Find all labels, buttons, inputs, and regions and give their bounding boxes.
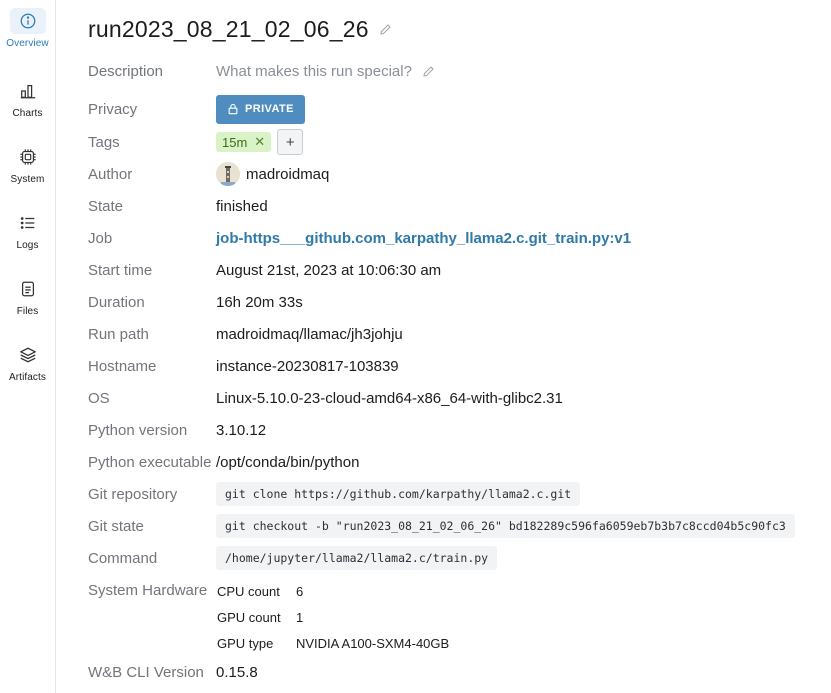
wandb-cli-label: W&B CLI Version bbox=[88, 663, 204, 681]
python-executable-label: Python executable bbox=[88, 453, 212, 471]
remove-tag-close-icon[interactable]: ✕ bbox=[254, 134, 265, 150]
author-row: Author madroidmaq bbox=[88, 162, 329, 186]
git-repository-code[interactable]: git clone https://github.com/karpathy/ll… bbox=[216, 482, 581, 506]
cpu-icon bbox=[17, 146, 39, 168]
description-row: Description What makes this run special? bbox=[88, 59, 435, 83]
hardware-value: 6 bbox=[296, 583, 304, 599]
hardware-key: GPU type bbox=[217, 635, 274, 651]
job-label: Job bbox=[88, 229, 113, 247]
lock-icon bbox=[228, 103, 238, 115]
description-label: Description bbox=[88, 62, 164, 80]
state-value: finished bbox=[216, 197, 268, 215]
sidebar-item-files[interactable]: Files bbox=[0, 276, 55, 336]
sidebar-item-label: Overview bbox=[6, 38, 49, 49]
privacy-row: Privacy PRIVATE bbox=[88, 94, 305, 124]
job-row: Job job-https___github.com_karpathy_llam… bbox=[88, 226, 631, 250]
start-time-row: Start time August 21st, 2023 at 10:06:30… bbox=[88, 258, 441, 282]
start-time-label: Start time bbox=[88, 261, 153, 279]
tag-chip[interactable]: 15m ✕ bbox=[216, 132, 272, 152]
python-version-row: Python version 3.10.12 bbox=[88, 418, 266, 442]
hardware-key: CPU count bbox=[217, 583, 280, 599]
wandb-cli-value: 0.15.8 bbox=[216, 663, 258, 681]
sidebar-item-artifacts[interactable]: Artifacts bbox=[0, 342, 55, 402]
description-field[interactable]: What makes this run special? bbox=[216, 63, 435, 80]
python-executable-row: Python executable /opt/conda/bin/python bbox=[88, 450, 359, 474]
hostname-value: instance-20230817-103839 bbox=[216, 357, 399, 375]
sidebar-item-label: Artifacts bbox=[8, 372, 47, 383]
command-code[interactable]: /home/jupyter/llama2/llama2.c/train.py bbox=[216, 546, 498, 570]
python-version-value: 3.10.12 bbox=[216, 421, 267, 439]
avatar-image bbox=[216, 162, 240, 186]
duration-row: Duration 16h 20m 33s bbox=[88, 290, 303, 314]
tags-label: Tags bbox=[88, 133, 120, 151]
sidebar-item-overview[interactable]: Overview bbox=[0, 8, 55, 68]
git-repository-row: Git repository git clone https://github.… bbox=[88, 482, 581, 506]
privacy-button-label: PRIVATE bbox=[245, 103, 294, 115]
python-version-label: Python version bbox=[88, 421, 188, 439]
hostname-label: Hostname bbox=[88, 357, 157, 375]
layers-icon bbox=[17, 344, 39, 366]
bar-chart-icon bbox=[17, 80, 39, 102]
edit-title-pencil-icon[interactable] bbox=[379, 23, 392, 36]
file-icon bbox=[17, 278, 39, 300]
os-value: Linux-5.10.0-23-cloud-amd64-x86_64-with-… bbox=[216, 389, 563, 407]
sidebar-item-label: Charts bbox=[12, 108, 43, 119]
add-tag-button[interactable]: + bbox=[277, 129, 304, 155]
job-link[interactable]: job-https___github.com_karpathy_llama2.c… bbox=[216, 230, 631, 247]
sidebar-item-label: System bbox=[10, 174, 45, 185]
command-label: Command bbox=[88, 549, 158, 567]
duration-value: 16h 20m 33s bbox=[216, 293, 303, 311]
git-repository-label: Git repository bbox=[88, 485, 178, 503]
run-path-row: Run path madroidmaq/llamac/jh3johju bbox=[88, 322, 403, 346]
system-hardware-row: System Hardware bbox=[88, 578, 216, 602]
state-label: State bbox=[88, 197, 124, 215]
hardware-value: NVIDIA A100-SXM4-40GB bbox=[296, 635, 450, 651]
system-hardware-table: CPU count 6 GPU count 1 GPU type NVIDIA … bbox=[217, 578, 449, 656]
command-row: Command /home/jupyter/llama2/llama2.c/tr… bbox=[88, 546, 498, 570]
sidebar-item-charts[interactable]: Charts bbox=[0, 78, 55, 138]
python-executable-value: /opt/conda/bin/python bbox=[216, 453, 360, 471]
os-row: OS Linux-5.10.0-23-cloud-amd64-x86_64-wi… bbox=[88, 386, 563, 410]
list-icon bbox=[17, 212, 39, 234]
hardware-row: GPU type NVIDIA A100-SXM4-40GB bbox=[217, 630, 449, 656]
os-label: OS bbox=[88, 389, 110, 407]
privacy-button[interactable]: PRIVATE bbox=[216, 94, 305, 124]
git-state-row: Git state git checkout -b "run2023_08_21… bbox=[88, 514, 795, 538]
start-time-value: August 21st, 2023 at 10:06:30 am bbox=[216, 261, 442, 279]
description-placeholder: What makes this run special? bbox=[216, 62, 412, 80]
hardware-row: CPU count 6 bbox=[217, 578, 449, 604]
privacy-label: Privacy bbox=[88, 100, 138, 118]
sidebar: Overview Charts System Logs Files Artifa… bbox=[0, 0, 56, 693]
git-state-code[interactable]: git checkout -b "run2023_08_21_02_06_26"… bbox=[216, 514, 795, 538]
hardware-value: 1 bbox=[296, 609, 304, 625]
wandb-cli-row: W&B CLI Version 0.15.8 bbox=[88, 660, 258, 684]
sidebar-item-label: Files bbox=[16, 306, 39, 317]
sidebar-item-logs[interactable]: Logs bbox=[0, 210, 55, 270]
run-path-value: madroidmaq/llamac/jh3johju bbox=[216, 325, 403, 343]
hostname-row: Hostname instance-20230817-103839 bbox=[88, 354, 399, 378]
git-state-label: Git state bbox=[88, 517, 144, 535]
system-hardware-label: System Hardware bbox=[88, 581, 208, 599]
state-row: State finished bbox=[88, 194, 268, 218]
hardware-row: GPU count 1 bbox=[217, 604, 449, 630]
author-label: Author bbox=[88, 165, 133, 183]
edit-description-pencil-icon[interactable] bbox=[422, 65, 435, 78]
tag-label: 15m bbox=[222, 134, 248, 150]
info-icon bbox=[9, 8, 46, 34]
title-row: run2023_08_21_02_06_26 bbox=[88, 16, 392, 43]
avatar[interactable] bbox=[216, 162, 240, 186]
run-path-label: Run path bbox=[88, 325, 149, 343]
duration-label: Duration bbox=[88, 293, 145, 311]
sidebar-item-system[interactable]: System bbox=[0, 144, 55, 204]
hardware-key: GPU count bbox=[217, 609, 281, 625]
sidebar-item-label: Logs bbox=[16, 240, 39, 251]
author-link[interactable]: madroidmaq bbox=[246, 166, 329, 183]
tags-row: Tags 15m ✕ + bbox=[88, 129, 304, 155]
page-title: run2023_08_21_02_06_26 bbox=[88, 16, 369, 42]
